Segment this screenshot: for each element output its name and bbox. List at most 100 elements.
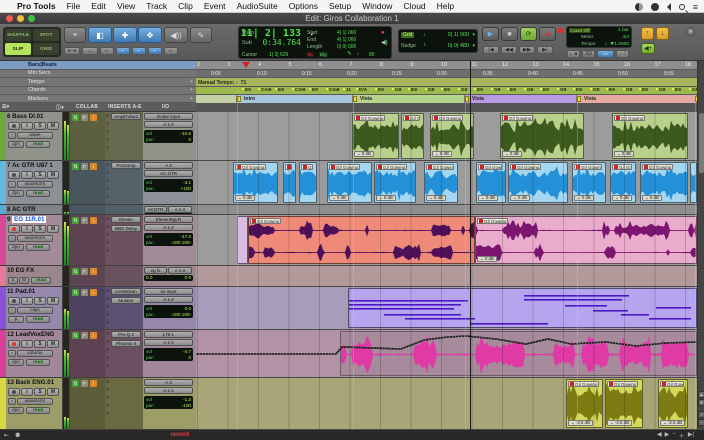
insert-slot-icon[interactable] <box>106 321 109 324</box>
chord-label[interactable]: E9 <box>441 88 450 93</box>
audio-clip[interactable]: Gil Gowing⌄ 0 dB <box>475 216 697 264</box>
dyn-button[interactable]: dyn <box>8 359 24 366</box>
output-path-button[interactable]: A 1-2 <box>144 387 193 394</box>
collab-flag-icon[interactable]: F <box>81 380 88 387</box>
menu-item-edit[interactable]: Edit <box>91 1 106 11</box>
trim-tool[interactable]: ◧ <box>88 27 112 43</box>
insert-slot-icon[interactable] <box>106 217 109 220</box>
selector-tool[interactable]: ✚ <box>113 27 137 43</box>
mode-shuffle[interactable]: SHUFFLE <box>5 29 31 41</box>
edit-row-acgtru871[interactable]: Gil Gowing⌄ 0 dBGil GowingGil GowingGil … <box>196 161 697 205</box>
clip-gain-badge[interactable]: ⌄ -2.5 dB <box>607 420 632 426</box>
record-arm-button[interactable] <box>8 297 20 305</box>
clip-label[interactable]: Gil Gowing <box>250 218 281 224</box>
count-off-value[interactable]: 1 bar <box>618 28 629 33</box>
insert-slot-icon[interactable] <box>106 404 109 407</box>
clip-label[interactable]: Gil Gowing <box>301 164 313 170</box>
ruler-row-markers[interactable]: Markers+ <box>0 95 196 103</box>
track-color-strip[interactable] <box>0 378 6 429</box>
collab-info-icon[interactable]: i <box>90 114 97 121</box>
insert-button[interactable]: Eleven <box>111 216 141 223</box>
track-color-strip[interactable] <box>0 161 6 204</box>
view-mini-icon[interactable]: ▫ <box>8 350 16 357</box>
rewind-button[interactable]: ◀◀ <box>501 46 517 54</box>
collab-flag-icon[interactable]: F <box>81 163 88 170</box>
collab-sync-icon[interactable]: ⇅ <box>72 217 79 224</box>
insert-slot-icon[interactable] <box>106 130 109 133</box>
input-path-button[interactable]: Guitar Input <box>144 113 193 120</box>
output-path-button[interactable]: A 1-2 <box>144 121 193 128</box>
clip-gain-badge[interactable]: ⌄ 0 dB <box>432 151 452 157</box>
chord-label[interactable]: G9 <box>392 88 401 93</box>
clip-label[interactable]: Gil Gowing <box>614 115 645 121</box>
zoomer-tool[interactable]: ⌖ <box>64 27 86 43</box>
clip-gain-badge[interactable]: ⌄ 0 dB <box>502 151 522 157</box>
length-value[interactable]: 0| 0| 000 <box>337 44 356 50</box>
collab-info-icon[interactable]: i <box>90 217 97 224</box>
tempo-value[interactable]: 71.0000 <box>612 42 629 47</box>
audio-clip[interactable]: Gil Gowing⌄ -2.5 dB <box>605 379 643 428</box>
audio-clip[interactable]: Gil Gowing <box>299 162 317 203</box>
track-info-icon[interactable]: ⓘ▾ <box>56 104 64 111</box>
add-markers-icon[interactable]: + <box>190 96 193 102</box>
insert-button[interactable]: UVIWrkstn <box>111 288 141 295</box>
view-mini-icon[interactable]: ▫ <box>8 181 16 188</box>
midi-merge-down-button[interactable]: ↓ <box>656 27 669 40</box>
chord-label[interactable]: Cm9 <box>258 88 271 93</box>
main-counter-dropdown-icon[interactable]: ▾ <box>310 32 313 38</box>
clip-label[interactable]: Gil Gowing <box>477 218 508 224</box>
menu-item-event[interactable]: Event <box>204 1 226 11</box>
edit-row-backeng01[interactable]: Gil Gowing⌄ -2.5 dBGil Gowing⌄ -2.5 dBGi… <box>196 378 697 430</box>
solo-button[interactable]: S <box>34 225 46 233</box>
record-mode-indicator[interactable] <box>558 28 563 33</box>
chord-label[interactable]: D/A <box>356 88 367 93</box>
dyn-button[interactable]: dyn <box>8 244 24 251</box>
chord-label[interactable]: 11 <box>343 88 351 93</box>
vol-pan-display[interactable]: vol0.0pan‹100 100› <box>144 305 193 318</box>
selected-clip-region[interactable]: Gil Gowing <box>248 216 475 264</box>
insert-slot-icon[interactable] <box>106 388 109 391</box>
clip-gain-badge[interactable]: ⌄ 0 dB <box>510 195 530 201</box>
clip-label[interactable]: Gil Gowing <box>354 115 385 121</box>
automation-mode-button[interactable]: read <box>26 359 50 366</box>
dyn-button[interactable]: dyn <box>8 190 24 197</box>
ruler-row-chords[interactable]: Chords+ <box>0 87 196 96</box>
edit-row-egfx[interactable] <box>196 266 697 287</box>
chord-label[interactable]: G9 <box>458 88 467 93</box>
output-path-button[interactable]: A 1-2 <box>144 296 193 303</box>
clip-label[interactable]: Gil Gowing <box>502 115 533 121</box>
edit-row-eg11r01[interactable]: Gil GowingGil Gowing⌄ 0 dB <box>196 215 697 266</box>
insert-slot-icon[interactable] <box>106 122 109 125</box>
track-color-strip[interactable] <box>0 266 6 286</box>
menu-item-file[interactable]: File <box>67 1 81 11</box>
marker-segment[interactable]: Vista <box>577 95 697 103</box>
insert-slot-icon[interactable] <box>106 171 109 174</box>
vol-pan-display[interactable]: vol-17.3pan‹100 100› <box>144 233 193 246</box>
audio-clip[interactable]: Gil Gowing⌄ 0 dB <box>352 113 399 159</box>
grid-note-icon[interactable]: ♩ <box>423 32 429 38</box>
audio-clip[interactable]: Gil Gowing <box>283 162 296 203</box>
grid-value[interactable]: 0| 1| 000 <box>448 32 469 38</box>
chord-label[interactable]: E9 <box>375 88 384 93</box>
midi-clip[interactable] <box>348 288 697 328</box>
clip-gain-badge[interactable]: ⌄ 0 dB <box>329 195 349 201</box>
track-view-selector[interactable]: waveform <box>17 235 53 242</box>
dyn-button[interactable]: dyn <box>8 141 24 148</box>
clip-label[interactable]: Gil Gowing <box>612 164 632 170</box>
playhead-cursor[interactable] <box>470 61 471 430</box>
insert-slot-icon[interactable] <box>106 163 109 166</box>
dyn-button[interactable]: p <box>8 316 24 323</box>
timeline-rulers[interactable]: 234567891011121314151617180:050:100:150:… <box>196 61 697 103</box>
marker-segment[interactable]: Vista <box>465 95 577 103</box>
solo-button[interactable]: S <box>34 297 46 305</box>
menu-list-icon[interactable]: ≡ <box>693 3 698 11</box>
track-view-selector[interactable]: volume <box>17 350 53 357</box>
input-monitor-button[interactable]: I <box>21 388 33 396</box>
scroll-down-icon[interactable]: ▼ <box>698 399 704 406</box>
clip-gain-badge[interactable]: ⌄ 0 dB <box>478 195 498 201</box>
volume-icon[interactable] <box>667 3 671 11</box>
track-list-menu-icon[interactable]: ☰▾ <box>2 104 9 110</box>
chord-label[interactable]: Cm9 <box>292 88 305 93</box>
mute-button[interactable]: M <box>47 171 59 179</box>
clip-label[interactable]: Gil Gowing <box>568 381 599 387</box>
